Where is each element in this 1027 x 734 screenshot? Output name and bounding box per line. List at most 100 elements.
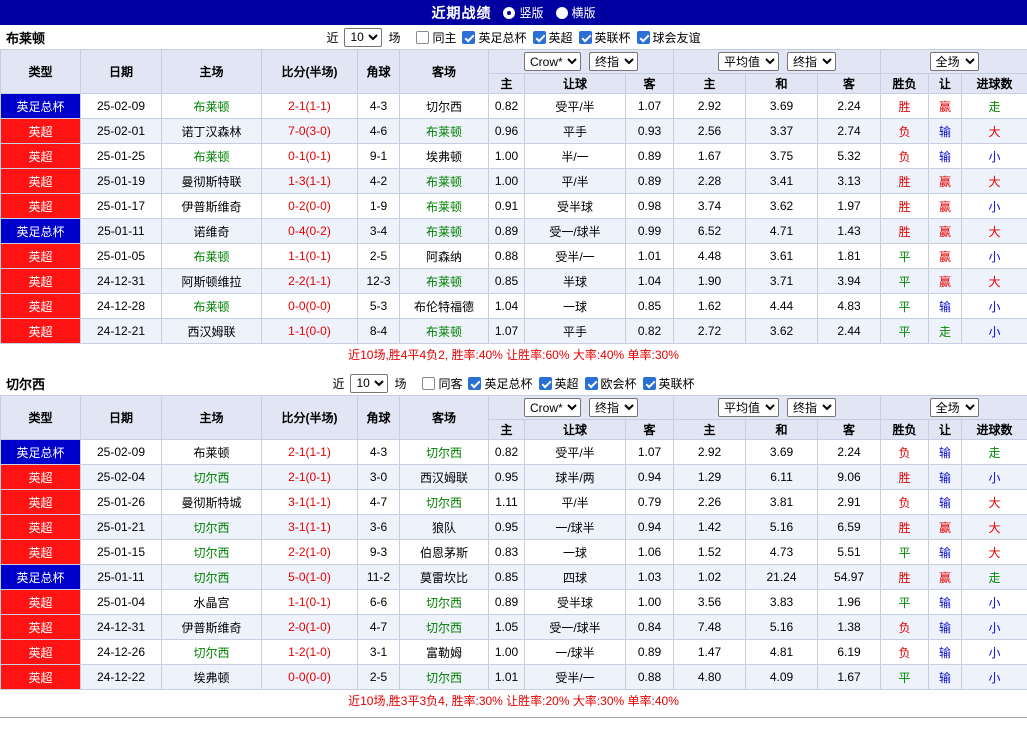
radio-unselected-icon[interactable] xyxy=(555,6,568,19)
result-badge: 平 xyxy=(880,243,930,269)
checkbox-checked-icon[interactable] xyxy=(584,376,598,390)
match-score: 2-2(1-0) xyxy=(261,539,358,565)
league-filter-checkbox[interactable]: 英超 xyxy=(538,375,579,392)
match-type: 英超 xyxy=(0,193,81,219)
section-team-name: 布莱顿 xyxy=(6,30,46,46)
corner-score: 2-5 xyxy=(357,243,400,269)
avg-away: 1.81 xyxy=(817,243,882,269)
league-filter-checkbox[interactable]: 英足总杯 xyxy=(468,375,533,392)
away-team: 伯恩茅斯 xyxy=(399,539,489,565)
avg-home: 2.92 xyxy=(673,439,747,465)
odds-away: 0.93 xyxy=(624,118,675,144)
final-odds-select[interactable]: 终指 xyxy=(589,398,638,417)
final-odds-select[interactable]: 终指 xyxy=(589,52,638,71)
match-row: 英超 24-12-26 切尔西 1-2(1-0) 3-1 富勒姆 1.00 一/球半 0.89 1… xyxy=(0,639,1027,665)
match-score: 2-1(0-1) xyxy=(261,464,358,490)
titlebar: 近期战绩 竖版 横版 xyxy=(0,0,1027,25)
odds-home: 1.00 xyxy=(488,168,525,194)
same-venue-checkbox[interactable]: 同客 xyxy=(422,375,462,392)
recent-label: 近 xyxy=(326,30,339,45)
checkbox-unchecked-icon[interactable] xyxy=(416,30,430,44)
average-select[interactable]: 平均值 xyxy=(718,52,780,71)
bookmaker-select[interactable]: Crow* xyxy=(524,398,581,417)
match-score: 3-1(1-1) xyxy=(261,489,358,515)
bookmaker-select[interactable]: Crow* xyxy=(524,52,581,71)
avg-draw: 3.71 xyxy=(745,268,819,294)
recent-count-select[interactable]: 10 xyxy=(350,373,389,393)
league-filter-checkbox[interactable]: 英足总杯 xyxy=(462,29,527,46)
league-filter-checkbox[interactable]: 球会友谊 xyxy=(636,29,701,46)
filter-bar: 切尔西 近 10 场 同客 英足总杯 英超 欧会杯 英联杯 xyxy=(0,371,1027,395)
checkbox-checked-icon[interactable] xyxy=(538,376,552,390)
avg-draw: 3.69 xyxy=(745,439,819,465)
checkbox-checked-icon[interactable] xyxy=(532,30,546,44)
fullmatch-select[interactable]: 全场 xyxy=(929,52,979,71)
result-badge: 平 xyxy=(880,589,930,615)
league-filter-checkbox[interactable]: 欧会杯 xyxy=(584,375,637,392)
radio-selected-icon[interactable] xyxy=(503,6,516,19)
same-venue-checkbox[interactable]: 同主 xyxy=(416,29,456,46)
corner-score: 8-4 xyxy=(357,318,400,344)
checkbox-checked-icon[interactable] xyxy=(636,30,650,44)
match-date: 24-12-21 xyxy=(80,318,162,344)
fullmatch-select[interactable]: 全场 xyxy=(929,398,979,417)
avg-home: 1.67 xyxy=(673,143,747,169)
vertical-layout-label: 竖版 xyxy=(519,6,544,20)
home-team: 切尔西 xyxy=(161,514,262,540)
final-odds-select[interactable]: 终指 xyxy=(787,52,837,71)
goals-result: 小 xyxy=(961,293,1027,319)
away-team: 布莱顿 xyxy=(399,318,489,344)
home-team: 布莱顿 xyxy=(161,293,262,319)
team-section-chelsea: 切尔西 近 10 场 同客 英足总杯 英超 欧会杯 英联杯 类型 日期 主场 比… xyxy=(0,371,1027,711)
corner-score: 12-3 xyxy=(357,268,400,294)
final-odds-select[interactable]: 终指 xyxy=(787,398,837,417)
average-select[interactable]: 平均值 xyxy=(718,398,780,417)
match-date: 24-12-28 xyxy=(80,293,162,319)
header-avg-home: 主 xyxy=(673,419,747,440)
result-badge: 负 xyxy=(880,639,930,665)
odds-away: 0.88 xyxy=(624,664,675,690)
checkbox-checked-icon[interactable] xyxy=(468,376,482,390)
handicap-result: 输 xyxy=(928,143,963,169)
corner-score: 4-6 xyxy=(357,118,400,144)
corner-score: 4-2 xyxy=(357,168,400,194)
match-row: 英足总杯 25-02-09 布莱顿 2-1(1-1) 4-3 切尔西 0.82 受平/半 1.0… xyxy=(0,439,1027,465)
checkbox-checked-icon[interactable] xyxy=(462,30,476,44)
checkbox-unchecked-icon[interactable] xyxy=(422,376,436,390)
league-filter-checkbox[interactable]: 英联杯 xyxy=(578,29,631,46)
away-team: 切尔西 xyxy=(399,614,489,640)
header-handicap: 让球 xyxy=(524,419,626,440)
goals-result: 走 xyxy=(961,564,1027,590)
match-date: 25-01-17 xyxy=(80,193,162,219)
odds-home: 1.05 xyxy=(488,614,525,640)
league-filter-checkbox[interactable]: 英超 xyxy=(532,29,573,46)
match-row: 英超 25-01-15 切尔西 2-2(1-0) 9-3 伯恩茅斯 0.83 一球 1.06 1.… xyxy=(0,539,1027,565)
goals-result: 大 xyxy=(961,168,1027,194)
match-date: 25-01-05 xyxy=(80,243,162,269)
handicap-result: 输 xyxy=(928,614,963,640)
avg-away: 1.97 xyxy=(817,193,882,219)
result-badge: 负 xyxy=(880,118,930,144)
horizontal-layout-radio[interactable]: 横版 xyxy=(555,4,596,21)
odds-away: 0.79 xyxy=(624,489,675,515)
corner-score: 9-1 xyxy=(357,143,400,169)
handicap-result: 走 xyxy=(928,318,963,344)
home-team: 诺丁汉森林 xyxy=(161,118,262,144)
checkbox-checked-icon[interactable] xyxy=(578,30,592,44)
vertical-layout-radio[interactable]: 竖版 xyxy=(503,4,544,21)
avg-home: 6.52 xyxy=(673,218,747,244)
away-team: 埃弗顿 xyxy=(399,143,489,169)
league-filter-checkbox[interactable]: 英联杯 xyxy=(642,375,695,392)
checkbox-checked-icon[interactable] xyxy=(642,376,656,390)
header-odds-away: 客 xyxy=(624,419,675,440)
header-goals: 进球数 xyxy=(961,73,1027,94)
handicap-line: 半球 xyxy=(524,268,626,294)
avg-home: 1.29 xyxy=(673,464,747,490)
home-team: 水晶宫 xyxy=(161,589,262,615)
odds-home: 1.00 xyxy=(488,143,525,169)
league-filter-label: 英超 xyxy=(554,376,579,391)
avg-home: 1.52 xyxy=(673,539,747,565)
odds-home: 1.01 xyxy=(488,664,525,690)
recent-count-select[interactable]: 10 xyxy=(344,27,383,47)
avg-draw: 3.69 xyxy=(745,93,819,119)
